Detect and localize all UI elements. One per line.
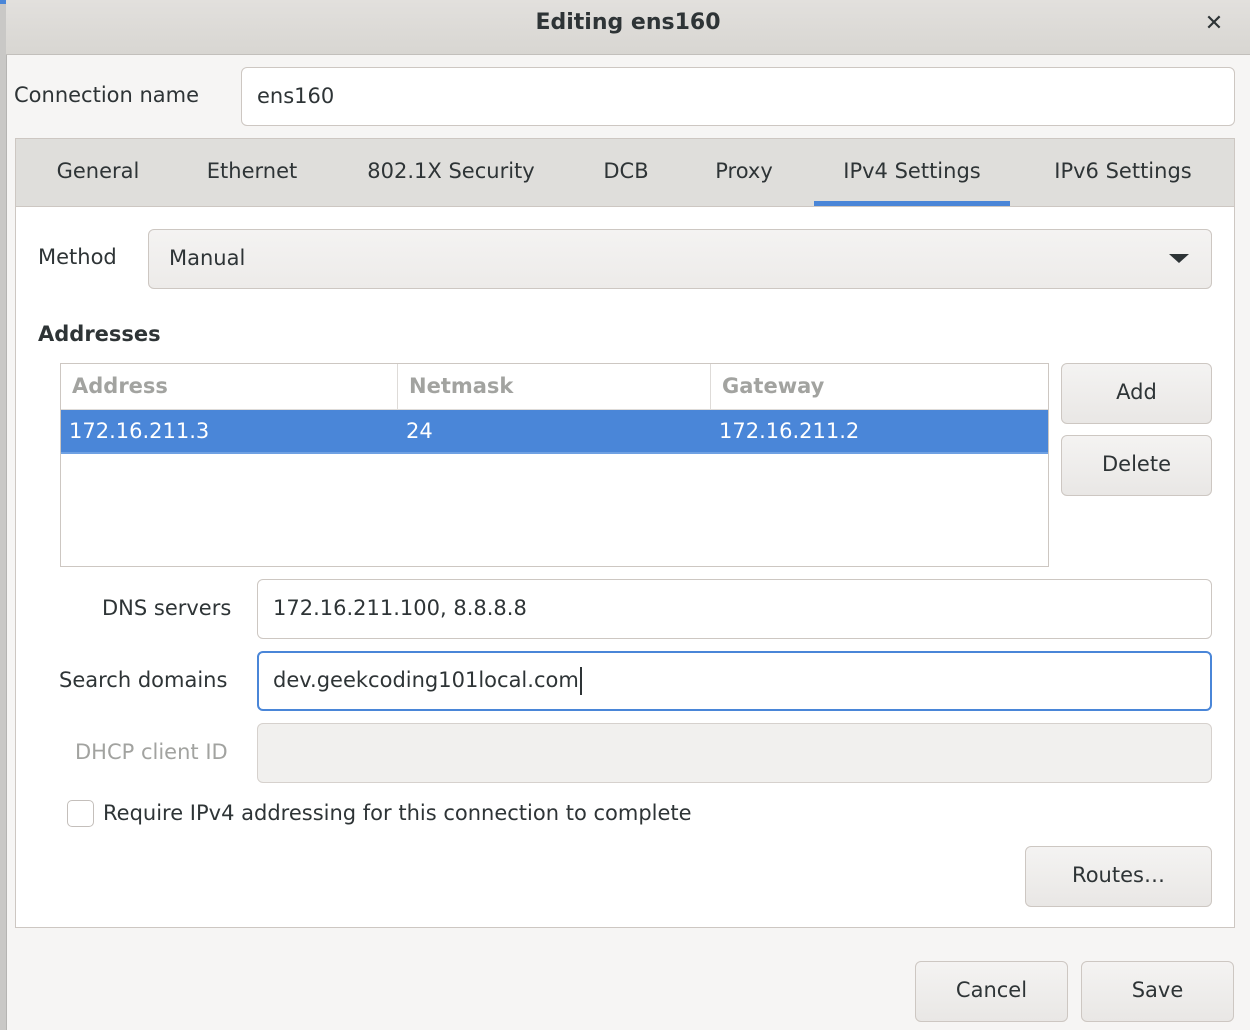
delete-button[interactable]: Delete: [1061, 435, 1212, 496]
dhcp-client-id-input: [257, 723, 1212, 783]
cell-gateway[interactable]: 172.16.211.2: [711, 410, 859, 452]
column-header-address[interactable]: Address: [61, 364, 398, 409]
tab-ipv6-settings[interactable]: IPv6 Settings: [1038, 139, 1208, 206]
tab-proxy[interactable]: Proxy: [702, 139, 786, 206]
tab-8021x-security[interactable]: 802.1X Security: [352, 139, 550, 206]
method-value: Manual: [169, 246, 246, 270]
search-domains-input[interactable]: dev.geekcoding101local.com: [257, 651, 1212, 711]
cell-netmask[interactable]: 24: [398, 410, 433, 452]
column-header-gateway[interactable]: Gateway: [711, 364, 1048, 409]
add-button[interactable]: Add: [1061, 363, 1212, 424]
routes-button[interactable]: Routes…: [1025, 846, 1212, 907]
dns-servers-input[interactable]: 172.16.211.100, 8.8.8.8: [257, 579, 1212, 639]
tab-bar: General Ethernet 802.1X Security DCB Pro…: [16, 139, 1234, 207]
addresses-table: Address Netmask Gateway 172.16.211.3 24 …: [60, 363, 1049, 567]
window-edge: [0, 0, 7, 1030]
tab-ethernet[interactable]: Ethernet: [192, 139, 312, 206]
dhcp-client-id-label: DHCP client ID: [75, 740, 228, 764]
connection-name-label: Connection name: [14, 83, 200, 107]
tab-general[interactable]: General: [38, 139, 158, 206]
column-header-netmask[interactable]: Netmask: [398, 364, 711, 409]
require-ipv4-checkbox[interactable]: [67, 800, 94, 827]
method-dropdown[interactable]: Manual: [148, 229, 1212, 289]
dns-servers-label: DNS servers: [102, 596, 232, 620]
addresses-heading: Addresses: [38, 322, 161, 346]
connection-name-input[interactable]: ens160: [241, 67, 1235, 126]
cell-address[interactable]: 172.16.211.3: [61, 410, 209, 452]
search-domains-value: dev.geekcoding101local.com: [273, 668, 579, 692]
search-domains-label: Search domains: [59, 668, 228, 692]
save-button[interactable]: Save: [1081, 961, 1234, 1022]
window-title: Editing ens160: [535, 10, 721, 35]
tab-ipv4-settings[interactable]: IPv4 Settings: [814, 139, 1010, 206]
close-button[interactable]: ✕: [1200, 10, 1228, 38]
close-icon: ✕: [1204, 11, 1224, 36]
cancel-button[interactable]: Cancel: [915, 961, 1068, 1022]
title-bar: Editing ens160 ✕: [6, 0, 1250, 55]
method-label: Method: [38, 245, 117, 269]
text-cursor: [579, 667, 582, 695]
table-row[interactable]: 172.16.211.3 24 172.16.211.2: [61, 410, 1048, 454]
tab-dcb[interactable]: DCB: [590, 139, 662, 206]
require-ipv4-label[interactable]: Require IPv4 addressing for this connect…: [103, 801, 692, 825]
chevron-down-icon: [1169, 254, 1189, 263]
